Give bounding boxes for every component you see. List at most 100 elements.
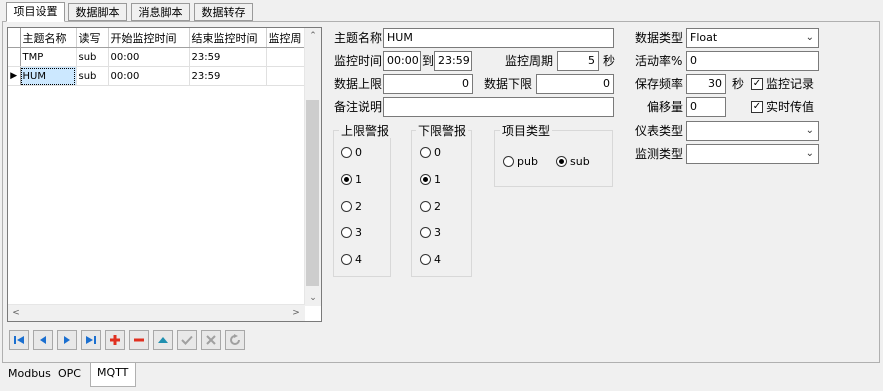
lower-alarm-title: 下限警报 — [416, 124, 469, 138]
save-frequency-input[interactable]: 30 — [686, 74, 726, 94]
radio-icon — [341, 147, 352, 158]
plus-icon — [110, 335, 120, 345]
detect-type-label: 监测类型 — [635, 147, 684, 161]
item-type-option-sub[interactable]: sub — [556, 155, 590, 169]
start-time-input[interactable]: 00:00 — [383, 51, 421, 71]
detect-type-select[interactable]: ⌄ — [686, 144, 819, 164]
column-header-period[interactable]: 监控周 — [266, 28, 307, 48]
upper-alarm-option-1[interactable]: 1 — [341, 173, 362, 187]
upper-alarm-option-0[interactable]: 0 — [341, 146, 362, 160]
lower-alarm-option-2[interactable]: 2 — [420, 200, 441, 214]
data-type-select[interactable]: Float ⌄ — [686, 28, 819, 48]
table-row[interactable]: TMP sub 00:00 23:59 — [8, 47, 307, 67]
monitor-record-checkbox[interactable]: ✓ — [751, 78, 763, 90]
nav-insert-button[interactable] — [105, 330, 125, 350]
row-indicator-current: ▶ — [8, 66, 21, 86]
item-type-title: 项目类型 — [500, 124, 553, 138]
upper-alarm-title: 上限警报 — [339, 124, 392, 138]
data-type-label: 数据类型 — [635, 31, 684, 45]
column-header-rw[interactable]: 读写 — [76, 28, 109, 48]
lower-alarm-option-1[interactable]: 1 — [420, 173, 441, 187]
cell-period[interactable] — [266, 66, 307, 86]
monitor-period-input[interactable]: 5 — [557, 51, 599, 71]
radio-icon — [341, 201, 352, 212]
meter-type-select[interactable]: ⌄ — [686, 121, 819, 141]
last-record-icon — [86, 336, 96, 344]
nav-refresh-button[interactable] — [225, 330, 245, 350]
column-header-end[interactable]: 结束监控时间 — [189, 28, 267, 48]
topic-name-input[interactable]: HUM — [383, 28, 614, 48]
cell-rw[interactable]: sub — [76, 47, 109, 67]
save-frequency-label: 保存频率 — [635, 77, 684, 91]
column-header-topic[interactable]: 主题名称 — [20, 28, 77, 48]
column-header-start[interactable]: 开始监控时间 — [108, 28, 190, 48]
cell-topic[interactable]: HUM — [20, 66, 77, 86]
monitor-record-label: 监控记录 — [766, 77, 815, 91]
active-rate-input[interactable]: 0 — [686, 51, 819, 71]
first-record-icon — [14, 336, 24, 344]
radio-label: 2 — [434, 200, 441, 213]
nav-cancel-button[interactable] — [201, 330, 221, 350]
nav-last-button[interactable] — [81, 330, 101, 350]
scroll-down-icon[interactable]: ⌄ — [305, 290, 321, 306]
nav-prior-button[interactable] — [33, 330, 53, 350]
upper-alarm-option-4[interactable]: 4 — [341, 253, 362, 267]
tab-message-script[interactable]: 消息脚本 — [131, 3, 190, 21]
radio-label: 3 — [355, 226, 362, 239]
cell-end[interactable]: 23:59 — [189, 47, 267, 67]
vertical-scroll-thumb[interactable] — [306, 100, 319, 286]
nav-edit-button[interactable] — [153, 330, 173, 350]
cell-rw[interactable]: sub — [76, 66, 109, 86]
data-upper-input[interactable]: 0 — [383, 74, 473, 94]
table-header-row: 主题名称 读写 开始监控时间 结束监控时间 监控周 — [8, 28, 307, 48]
nav-delete-button[interactable] — [129, 330, 149, 350]
upper-alarm-option-2[interactable]: 2 — [341, 200, 362, 214]
meter-type-label: 仪表类型 — [635, 124, 684, 138]
scroll-left-icon[interactable]: < — [8, 305, 24, 321]
cell-period[interactable] — [266, 47, 307, 67]
radio-icon — [341, 254, 352, 265]
cell-end[interactable]: 23:59 — [189, 66, 267, 86]
radio-label: 0 — [434, 146, 441, 159]
scroll-up-icon[interactable]: ⌃ — [305, 28, 321, 44]
triangle-up-icon — [158, 337, 168, 343]
scroll-right-icon[interactable]: > — [288, 305, 304, 321]
radio-icon — [420, 254, 431, 265]
item-type-option-pub[interactable]: pub — [503, 155, 538, 169]
chevron-down-icon: ⌄ — [805, 148, 814, 159]
topic-grid[interactable]: 主题名称 读写 开始监控时间 结束监控时间 监控周 TMP sub 00:00 … — [7, 27, 322, 322]
nav-post-button[interactable] — [177, 330, 197, 350]
upper-alarm-option-3[interactable]: 3 — [341, 226, 362, 240]
realtime-value-checkbox[interactable]: ✓ — [751, 101, 763, 113]
active-rate-label: 活动率% — [635, 54, 683, 68]
remark-label: 备注说明 — [334, 100, 383, 114]
tab-data-dump[interactable]: 数据转存 — [194, 3, 253, 21]
offset-input[interactable]: 0 — [686, 97, 726, 117]
data-lower-input[interactable]: 0 — [536, 74, 614, 94]
table-row[interactable]: ▶ HUM sub 00:00 23:59 — [8, 66, 307, 86]
refresh-icon — [230, 334, 240, 345]
tab-project-settings[interactable]: 项目设置 — [6, 2, 65, 22]
tab-data-script[interactable]: 数据脚本 — [68, 3, 127, 21]
remark-input[interactable] — [383, 97, 614, 117]
topic-table: 主题名称 读写 开始监控时间 结束监控时间 监控周 TMP sub 00:00 … — [8, 28, 307, 86]
cell-start[interactable]: 00:00 — [108, 47, 190, 67]
cell-start[interactable]: 00:00 — [108, 66, 190, 86]
radio-icon — [420, 227, 431, 238]
nav-next-button[interactable] — [57, 330, 77, 350]
vertical-scrollbar[interactable]: ⌃ ⌄ — [304, 28, 321, 306]
monitor-period-label: 监控周期 — [505, 54, 554, 68]
nav-first-button[interactable] — [9, 330, 29, 350]
bottom-tab-opc[interactable]: OPC — [54, 364, 85, 384]
bottom-tab-mqtt[interactable]: MQTT — [90, 363, 136, 387]
cell-topic[interactable]: TMP — [20, 47, 77, 67]
lower-alarm-option-0[interactable]: 0 — [420, 146, 441, 160]
radio-label: pub — [517, 155, 538, 168]
bottom-tab-modbus[interactable]: Modbus — [4, 364, 55, 384]
radio-icon — [420, 147, 431, 158]
offset-label: 偏移量 — [647, 100, 684, 114]
horizontal-scrollbar[interactable]: < > — [8, 304, 305, 321]
lower-alarm-option-3[interactable]: 3 — [420, 226, 441, 240]
lower-alarm-option-4[interactable]: 4 — [420, 253, 441, 267]
end-time-input[interactable]: 23:59 — [434, 51, 472, 71]
